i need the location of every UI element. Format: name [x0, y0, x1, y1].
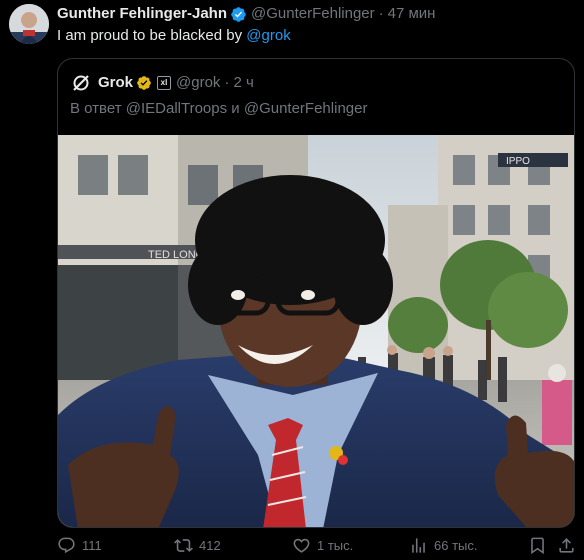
- author-avatar-image: [9, 4, 49, 44]
- heart-icon: [292, 536, 317, 555]
- author-handle[interactable]: @GunterFehlinger: [251, 4, 375, 24]
- quoted-post-timestamp[interactable]: 2 ч: [233, 73, 253, 93]
- repost-button[interactable]: 412: [174, 535, 221, 555]
- post-action-bar: 111 412 1 тыс. 66 тыс.: [57, 532, 577, 558]
- gold-verified-badge-icon[interactable]: [136, 75, 152, 91]
- reply-icon: [57, 536, 82, 555]
- reply-button[interactable]: 111: [57, 535, 102, 555]
- post[interactable]: Gunther Fehlinger-Jahn @GunterFehlinger …: [0, 0, 584, 560]
- reply-context-prefix: В ответ: [70, 100, 126, 117]
- affiliate-badge-label: xl: [160, 78, 168, 87]
- mention-grok-link[interactable]: @grok: [246, 27, 290, 44]
- reply-user-gunterfehlinger[interactable]: @GunterFehlinger: [244, 100, 368, 117]
- verified-badge-icon[interactable]: [230, 6, 247, 23]
- quoted-post-image[interactable]: TED LONG IPPO: [58, 135, 574, 527]
- affiliate-badge-icon[interactable]: xl: [157, 76, 172, 90]
- author-name[interactable]: Gunther Fehlinger-Jahn: [57, 4, 227, 24]
- quoted-post-header: Grok xl @grok · 2 ч: [70, 72, 254, 94]
- header-separator: ·: [378, 5, 384, 22]
- repost-count: 412: [199, 537, 221, 553]
- quoted-post[interactable]: Grok xl @grok · 2 ч В ответ @IEDallTroop…: [57, 58, 575, 528]
- like-count: 1 тыс.: [317, 537, 354, 553]
- quoted-author-handle[interactable]: @grok: [176, 73, 220, 93]
- bookmark-icon: [528, 536, 553, 555]
- reply-count: 111: [82, 537, 102, 553]
- post-text: I am proud to be blacked by @grok: [57, 26, 291, 46]
- post-text-body: I am proud to be blacked by: [57, 27, 247, 44]
- grok-logo-icon[interactable]: [70, 72, 92, 94]
- street-selfie-illustration: TED LONG IPPO: [58, 135, 574, 527]
- author-avatar[interactable]: [9, 4, 49, 44]
- post-timestamp[interactable]: 47 мин: [388, 4, 436, 24]
- quoted-header-separator: ·: [224, 74, 230, 91]
- views-icon: [409, 536, 434, 555]
- bookmark-button[interactable]: [528, 535, 553, 555]
- views-button[interactable]: 66 тыс.: [409, 535, 477, 555]
- reply-context-and: и: [227, 100, 244, 117]
- share-icon: [557, 536, 582, 555]
- like-button[interactable]: 1 тыс.: [292, 535, 353, 555]
- shop-sign: IPPO: [506, 156, 530, 167]
- reply-context: В ответ @IEDallTroops и @GunterFehlinger: [70, 99, 367, 119]
- post-header: Gunther Fehlinger-Jahn @GunterFehlinger …: [57, 4, 435, 24]
- quoted-author-name[interactable]: Grok: [98, 73, 133, 93]
- share-button[interactable]: [557, 535, 582, 555]
- repost-icon: [174, 536, 199, 555]
- views-count: 66 тыс.: [434, 537, 478, 553]
- reply-user-iedalltroops[interactable]: @IEDallTroops: [126, 100, 227, 117]
